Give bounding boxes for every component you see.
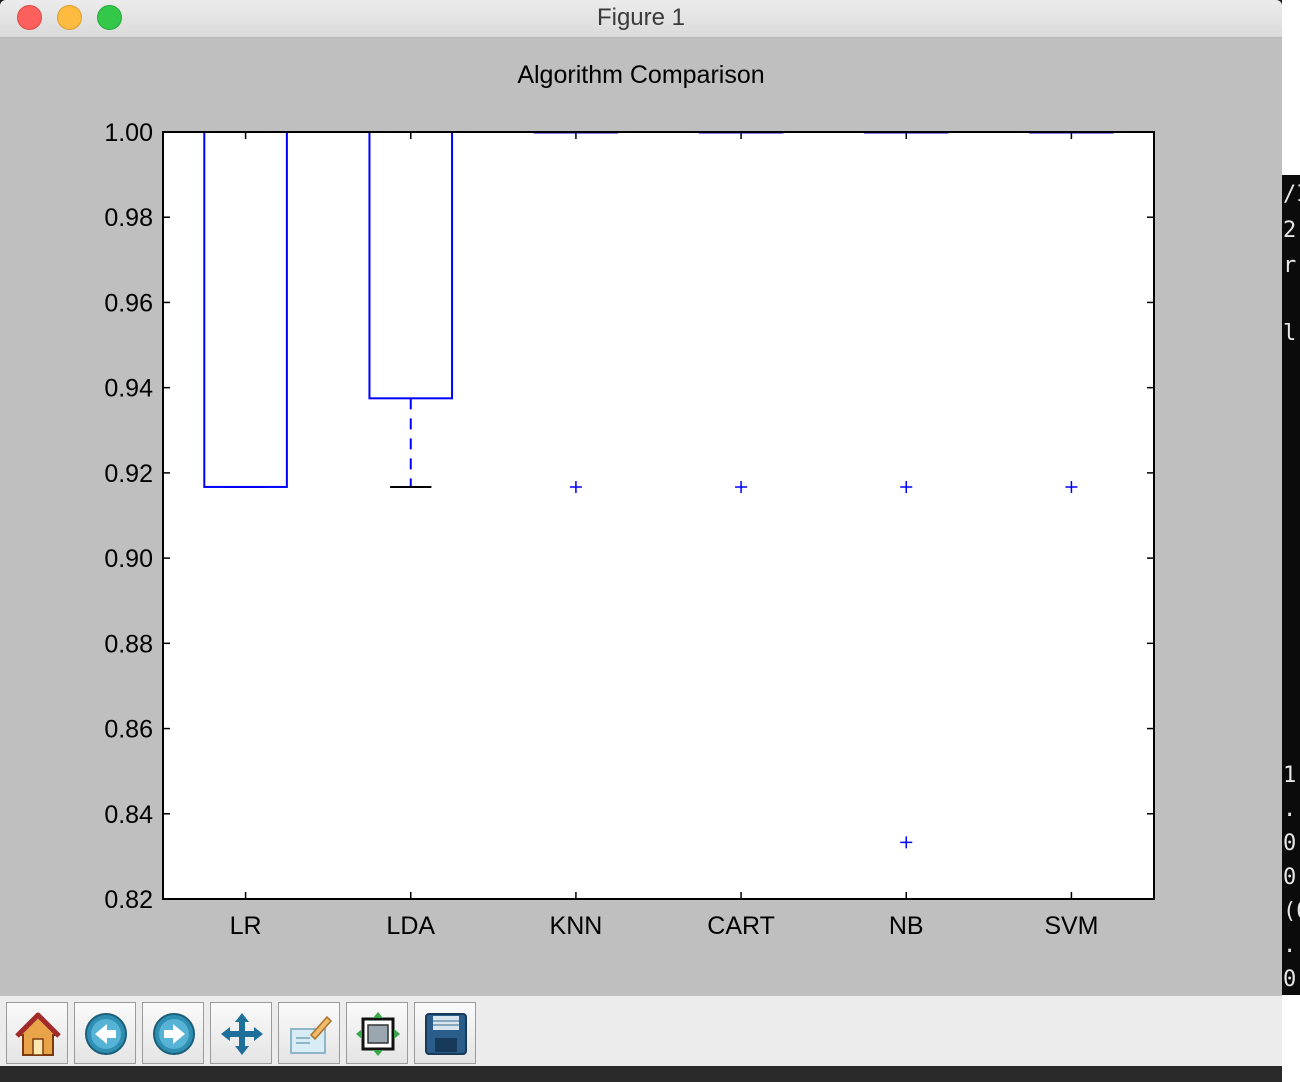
y-tick-label: 0.88 bbox=[104, 630, 153, 658]
background-terminal: /I 2( r l- 1( .( 0 0 (0 .( 0 bbox=[1282, 0, 1300, 1082]
y-tick-label: 0.90 bbox=[104, 545, 153, 573]
x-tick-label: LDA bbox=[386, 912, 435, 940]
y-tick-label: 0.82 bbox=[104, 886, 153, 914]
zoom-button[interactable] bbox=[278, 1002, 340, 1064]
desktop-strip bbox=[0, 1066, 1300, 1082]
navigation-toolbar bbox=[0, 996, 1282, 1066]
x-tick-label: LR bbox=[230, 912, 262, 940]
terminal-line: r bbox=[1283, 253, 1297, 278]
x-tick-label: CART bbox=[707, 912, 775, 940]
chart-title: Algorithm Comparison bbox=[517, 61, 764, 89]
terminal-line: 0 bbox=[1283, 865, 1297, 890]
floppy-icon bbox=[425, 1013, 467, 1055]
subplots-icon bbox=[356, 1012, 400, 1056]
y-tick-label: 0.86 bbox=[104, 716, 153, 744]
back-button[interactable] bbox=[74, 1002, 136, 1064]
home-icon bbox=[15, 1012, 61, 1056]
plot-area bbox=[163, 132, 1154, 899]
x-tick-label: SVM bbox=[1044, 912, 1098, 940]
move-icon bbox=[221, 1013, 263, 1055]
y-tick-label: 0.92 bbox=[104, 460, 153, 488]
arrow-left-icon bbox=[85, 1013, 127, 1055]
y-tick-label: 0.94 bbox=[104, 375, 153, 403]
terminal-line: (0 bbox=[1283, 899, 1300, 924]
save-button[interactable] bbox=[414, 1002, 476, 1064]
home-button[interactable] bbox=[6, 1002, 68, 1064]
terminal-line: l- bbox=[1283, 321, 1300, 346]
y-tick-label: 0.96 bbox=[104, 289, 153, 317]
subplots-button[interactable] bbox=[346, 1002, 408, 1064]
zoom-rect-icon bbox=[290, 1015, 333, 1054]
forward-button[interactable] bbox=[142, 1002, 204, 1064]
y-tick-label: 1.00 bbox=[104, 119, 153, 147]
figure-canvas[interactable]: Algorithm Comparison 0.82 0.84 0.86 0.88 0.9… bbox=[0, 38, 1282, 996]
terminal-line: 1( bbox=[1283, 763, 1300, 788]
terminal-line: /I bbox=[1283, 182, 1300, 207]
terminal-line: 0 bbox=[1283, 831, 1297, 856]
terminal-line: 0 bbox=[1283, 967, 1297, 992]
window-title: Figure 1 bbox=[596, 4, 686, 31]
y-tick-label: 0.84 bbox=[104, 801, 153, 829]
figure-window: Figure 1 Algorithm Comparison 0.82 0.84 0.… bbox=[0, 0, 1282, 1066]
y-tick-label: 0.98 bbox=[104, 204, 153, 232]
x-tick-label: NB bbox=[889, 912, 924, 940]
box-plot: Algorithm Comparison 0.82 0.84 0.86 0.88 0.9… bbox=[104, 61, 1155, 940]
arrow-right-icon bbox=[153, 1013, 195, 1055]
terminal-line: 2( bbox=[1283, 218, 1300, 243]
terminal-line: .( bbox=[1283, 933, 1300, 958]
title-bar[interactable]: Figure 1 bbox=[0, 0, 1282, 38]
terminal-line: .( bbox=[1283, 797, 1300, 822]
pan-button[interactable] bbox=[210, 1002, 272, 1064]
x-tick-label: KNN bbox=[550, 912, 603, 940]
